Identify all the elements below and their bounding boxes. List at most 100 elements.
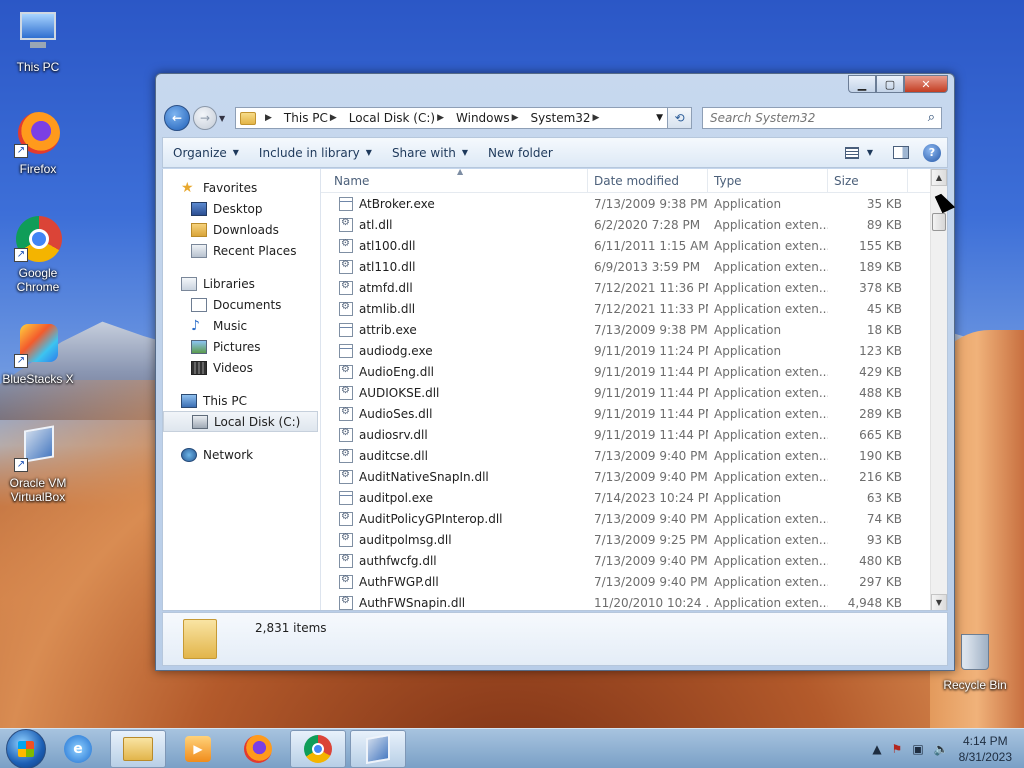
share-with-button[interactable]: Share with ▼ [382, 140, 478, 166]
file-row[interactable]: AuditNativeSnapIn.dll 7/13/2009 9:40 PM Ap… [321, 466, 947, 487]
column-header-type[interactable]: Type [708, 169, 828, 193]
file-row[interactable]: atl.dll 6/2/2020 7:28 PM Application exten… [321, 214, 947, 235]
file-name: atl110.dll [359, 259, 416, 274]
file-size: 155 KB [859, 238, 902, 253]
file-row[interactable]: audiodg.exe 9/11/2019 11:24 PM Application… [321, 340, 947, 361]
new-folder-button[interactable]: New folder [478, 140, 563, 166]
back-button[interactable]: ← [164, 105, 190, 131]
nav-videos[interactable]: Videos [163, 357, 320, 378]
show-hidden-icons-button[interactable]: ▲ [872, 742, 881, 756]
column-header-name[interactable]: Name [321, 169, 588, 193]
scroll-up-arrow[interactable]: ▲ [931, 169, 947, 186]
breadcrumb-windows[interactable]: Windows ▶ [453, 111, 528, 125]
chevron-right-icon[interactable]: ▶ [330, 113, 337, 123]
file-row[interactable]: auditpolmsg.dll 7/13/2009 9:25 PM Applicat… [321, 529, 947, 550]
nav-label: Network [203, 447, 254, 462]
nav-favorites[interactable]: ★ Favorites [163, 177, 320, 198]
file-row[interactable]: AuthFWGP.dll 7/13/2009 9:40 PM Application… [321, 571, 947, 592]
view-options-dropdown[interactable]: ▼ [867, 148, 873, 157]
breadcrumb-local-disk[interactable]: Local Disk (C:) ▶ [346, 111, 453, 125]
file-row[interactable]: auditcse.dll 7/13/2009 9:40 PM Application… [321, 445, 947, 466]
breadcrumb-root-chevron[interactable]: ▶ [260, 113, 281, 123]
file-row[interactable]: AtBroker.exe 7/13/2009 9:38 PM Application… [321, 193, 947, 214]
address-bar[interactable]: ▶ This PC ▶ Local Disk (C:) ▶ Windows ▶ Sys… [235, 107, 668, 129]
dll-file-icon [339, 448, 353, 463]
column-header-date-modified[interactable]: Date modified [588, 169, 708, 193]
nav-network[interactable]: Network [163, 444, 320, 465]
desktop-icon-chrome[interactable]: ↗ Google Chrome [0, 214, 76, 294]
file-row[interactable]: authfwcfg.dll 7/13/2009 9:40 PM Applicatio… [321, 550, 947, 571]
nav-pictures[interactable]: Pictures [163, 336, 320, 357]
nav-desktop[interactable]: Desktop [163, 198, 320, 219]
chevron-right-icon[interactable]: ▶ [512, 113, 519, 123]
vertical-scrollbar[interactable]: ▲ ▼ [930, 169, 947, 610]
file-row[interactable]: auditpol.exe 7/14/2023 10:24 PM Applicatio… [321, 487, 947, 508]
clock[interactable]: 4:14 PM 8/31/2023 [959, 733, 1012, 765]
action-center-flag-icon[interactable]: ⚑ [892, 742, 903, 756]
desktop-icon-virtualbox[interactable]: ↗ Oracle VM VirtualBox [0, 424, 76, 504]
application-icon [339, 322, 353, 337]
file-size: 189 KB [859, 259, 902, 274]
share-with-label: Share with [391, 145, 456, 160]
taskbar-internet-explorer[interactable]: e [50, 730, 106, 768]
nav-downloads[interactable]: Downloads [163, 219, 320, 240]
file-row[interactable]: AuthFWSnapin.dll 11/20/2010 10:24 ... Appl… [321, 592, 947, 610]
scroll-thumb[interactable] [932, 213, 946, 231]
nav-documents[interactable]: Documents [163, 294, 320, 315]
breadcrumb-this-pc[interactable]: This PC ▶ [281, 111, 346, 125]
recent-pages-dropdown[interactable]: ▼ [219, 114, 231, 123]
volume-muted-icon[interactable]: 🔈 [934, 742, 949, 756]
search-icon[interactable]: ⌕ [928, 110, 935, 125]
file-row[interactable]: audiosrv.dll 9/11/2019 11:44 PM Applicatio… [321, 424, 947, 445]
preview-pane-icon[interactable] [893, 146, 909, 159]
network-status-icon[interactable]: ▣ [912, 742, 923, 756]
forward-button[interactable]: → [193, 106, 217, 130]
nav-libraries[interactable]: Libraries [163, 273, 320, 294]
search-input[interactable] [703, 111, 913, 125]
file-row[interactable]: AuditPolicyGPInterop.dll 7/13/2009 9:40 P… [321, 508, 947, 529]
maximize-button[interactable]: ▢ [876, 75, 904, 93]
taskbar-chrome[interactable] [290, 729, 346, 768]
file-row[interactable]: AudioEng.dll 9/11/2019 11:44 PM Applicatio… [321, 361, 947, 382]
file-date: 7/13/2009 9:40 PM [594, 448, 708, 463]
address-history-dropdown[interactable]: ▼ [656, 113, 663, 123]
chevron-right-icon[interactable]: ▶ [593, 113, 600, 123]
search-box[interactable]: ⌕ [702, 107, 942, 129]
column-header-size[interactable]: Size [828, 169, 908, 193]
desktop-icon-bluestacks[interactable]: ↗ BlueStacks X [0, 320, 76, 386]
minimize-button[interactable]: ▁ [848, 75, 876, 93]
nav-recent-places[interactable]: Recent Places [163, 240, 320, 261]
organize-button[interactable]: Organize ▼ [163, 140, 249, 166]
file-row[interactable]: AUDIOKSE.dll 9/11/2019 11:44 PM Applicatio… [321, 382, 947, 403]
file-row[interactable]: attrib.exe 7/13/2009 9:38 PM Application 18… [321, 319, 947, 340]
file-date: 7/13/2009 9:38 PM [594, 322, 708, 337]
file-row[interactable]: atmlib.dll 7/12/2021 11:33 PM Application … [321, 298, 947, 319]
item-count: 2,831 items [255, 621, 327, 635]
file-size: 89 KB [866, 217, 902, 232]
refresh-button[interactable]: ⟲ [668, 107, 692, 129]
help-icon[interactable]: ? [923, 143, 941, 162]
desktop-icon-firefox[interactable]: ↗ Firefox [0, 110, 76, 176]
navigation-bar: ← → ▼ ▶ This PC ▶ Local Disk (C:) ▶ Window… [164, 104, 946, 132]
nav-music[interactable]: ♪ Music [163, 315, 320, 336]
nav-this-pc[interactable]: This PC [163, 390, 320, 411]
taskbar-virtualbox[interactable] [350, 729, 406, 768]
taskbar-file-explorer[interactable] [110, 729, 166, 768]
desktop-icon-this-pc[interactable]: This PC [0, 8, 76, 74]
taskbar-firefox[interactable] [230, 730, 286, 768]
taskbar-media-player[interactable]: ▶ [170, 730, 226, 768]
file-size: 93 KB [866, 532, 902, 547]
chevron-right-icon[interactable]: ▶ [437, 113, 444, 123]
file-row[interactable]: atmfd.dll 7/12/2021 11:36 PM Application e… [321, 277, 947, 298]
breadcrumb-system32[interactable]: System32 ▶ [528, 111, 609, 125]
start-button[interactable] [6, 728, 46, 768]
include-in-library-button[interactable]: Include in library ▼ [249, 140, 382, 166]
windows-logo-icon [18, 740, 34, 757]
file-row[interactable]: AudioSes.dll 9/11/2019 11:44 PM Applicatio… [321, 403, 947, 424]
close-button[interactable]: ✕ [904, 75, 948, 93]
file-row[interactable]: atl110.dll 6/9/2013 3:59 PM Application ex… [321, 256, 947, 277]
file-row[interactable]: atl100.dll 6/11/2011 1:15 AM Application e… [321, 235, 947, 256]
view-options-icon[interactable] [844, 146, 859, 159]
nav-local-disk[interactable]: Local Disk (C:) [163, 411, 318, 432]
scroll-down-arrow[interactable]: ▼ [931, 594, 947, 610]
